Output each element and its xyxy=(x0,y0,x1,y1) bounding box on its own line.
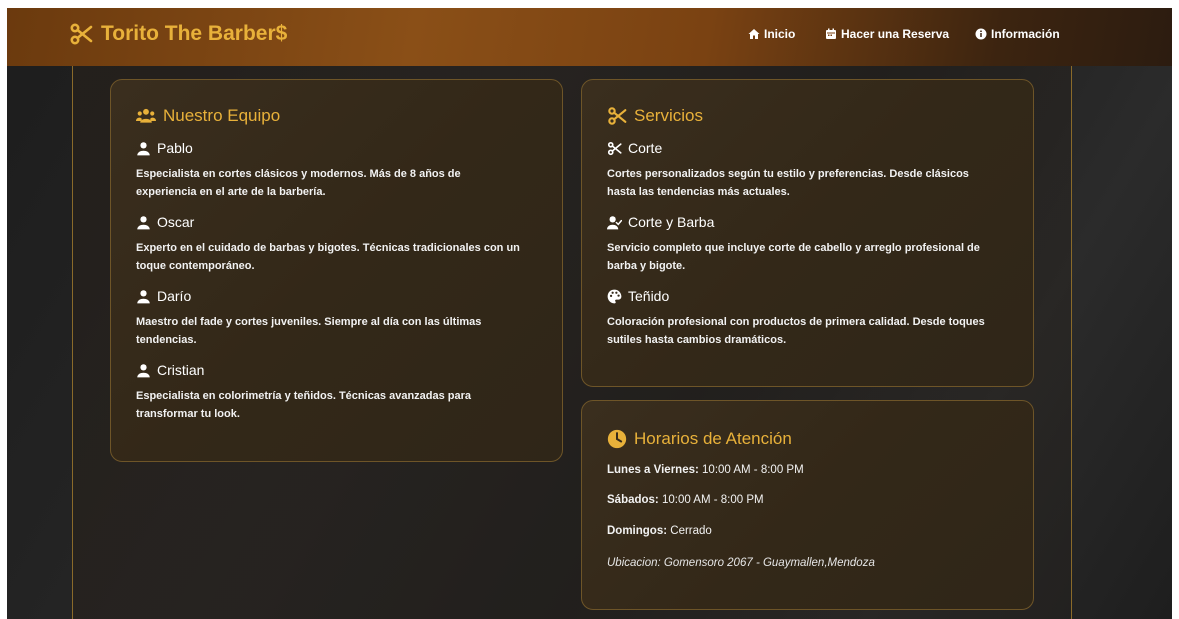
member-desc: Experto en el cuidado de barbas y bigote… xyxy=(136,239,520,275)
scissors-icon xyxy=(607,141,622,155)
nav-inicio[interactable]: Inicio xyxy=(748,27,795,41)
member-desc-line: Experto en el cuidado de barbas y bigote… xyxy=(136,242,520,254)
nav-hacer-reserva[interactable]: Hacer una Reserva xyxy=(825,27,949,41)
hours-card: Horarios de Atención Lunes a Viernes: 10… xyxy=(581,400,1034,610)
team-title: Nuestro Equipo xyxy=(136,106,280,126)
member-dario: Darío xyxy=(136,288,191,304)
service-corte: Corte xyxy=(607,140,662,156)
member-name: Cristian xyxy=(157,362,205,378)
service-corte-barba: Corte y Barba xyxy=(607,214,714,230)
services-card: Servicios Corte Cortes personalizados se… xyxy=(581,79,1034,387)
info-icon xyxy=(975,28,987,40)
nav-label: Hacer una Reserva xyxy=(841,27,950,41)
member-name: Oscar xyxy=(157,214,195,230)
service-name: Teñido xyxy=(628,288,670,304)
scissors-icon xyxy=(70,23,93,45)
services-title-text: Servicios xyxy=(634,106,703,125)
users-icon xyxy=(136,108,156,123)
member-desc-line: Especialista en cortes clásicos y modern… xyxy=(136,168,461,180)
service-desc: Servicio completo que incluye corte de c… xyxy=(607,239,980,275)
service-desc-line: barba y bigote. xyxy=(607,260,686,272)
service-desc-line: hasta las tendencias más actuales. xyxy=(607,186,790,198)
palette-icon xyxy=(607,289,622,303)
location-text: Ubicacion: Gomensoro 2067 - Guaymallen,M… xyxy=(607,557,875,569)
member-desc-line: tendencias. xyxy=(136,334,197,346)
nav-label: Inicio xyxy=(764,27,796,41)
user-icon xyxy=(137,215,150,229)
member-pablo: Pablo xyxy=(136,140,193,156)
top-navbar: Torito The Barber$ Inicio Hacer una Rese… xyxy=(7,8,1172,66)
member-desc-line: experiencia en el arte de la barbería. xyxy=(136,186,326,198)
scissors-icon xyxy=(608,107,627,125)
service-tenido: Teñido xyxy=(607,288,669,304)
brand-logo[interactable]: Torito The Barber$ xyxy=(69,22,287,46)
service-name: Corte xyxy=(628,140,663,156)
member-oscar: Oscar xyxy=(136,214,194,230)
service-desc-line: Coloración profesional con productos de … xyxy=(607,316,985,328)
user-icon xyxy=(137,141,150,155)
calendar-icon xyxy=(826,28,836,39)
nav-label: Información xyxy=(991,27,1060,41)
user-icon xyxy=(137,363,150,377)
brand-name: Torito The Barber$ xyxy=(101,22,288,45)
page-frame: Torito The Barber$ Inicio Hacer una Rese… xyxy=(7,8,1172,619)
services-title: Servicios xyxy=(607,106,703,126)
member-name: Darío xyxy=(157,288,192,304)
service-desc-line: Servicio completo que incluye corte de c… xyxy=(607,242,980,254)
hours-title-text: Horarios de Atención xyxy=(634,429,792,448)
nav-informacion[interactable]: Información xyxy=(975,27,1060,41)
service-name: Corte y Barba xyxy=(628,214,715,230)
hours-value: Cerrado xyxy=(667,525,712,537)
member-desc-line: transformar tu look. xyxy=(136,408,240,420)
hours-weekdays: Lunes a Viernes: 10:00 AM - 8:00 PM xyxy=(607,464,804,476)
service-desc: Cortes personalizados según tu estilo y … xyxy=(607,165,969,201)
clock-icon xyxy=(607,429,627,449)
member-desc: Especialista en colorimetría y teñidos. … xyxy=(136,387,471,423)
member-desc: Especialista en cortes clásicos y modern… xyxy=(136,165,461,201)
hours-value: 10:00 AM - 8:00 PM xyxy=(658,494,764,506)
hours-label: Domingos: xyxy=(607,525,668,537)
user-check-icon xyxy=(607,215,622,229)
service-desc-line: Cortes personalizados según tu estilo y … xyxy=(607,168,969,180)
hours-title: Horarios de Atención xyxy=(607,429,792,449)
member-desc: Maestro del fade y cortes juveniles. Sie… xyxy=(136,313,481,349)
member-desc-line: toque contemporáneo. xyxy=(136,260,255,272)
home-icon xyxy=(748,29,760,39)
team-card: Nuestro Equipo Pablo Especialista en cor… xyxy=(110,79,563,462)
hours-value: 10:00 AM - 8:00 PM xyxy=(698,464,804,476)
user-icon xyxy=(137,289,150,303)
member-desc-line: Especialista en colorimetría y teñidos. … xyxy=(136,390,472,402)
member-desc-line: Maestro del fade y cortes juveniles. Sie… xyxy=(136,316,482,328)
member-name: Pablo xyxy=(157,140,193,156)
hours-label: Lunes a Viernes: xyxy=(607,464,699,476)
service-desc-line: sutiles hasta cambios dramáticos. xyxy=(607,334,787,346)
hours-sunday: Domingos: Cerrado xyxy=(607,525,712,537)
service-desc: Coloración profesional con productos de … xyxy=(607,313,985,349)
hours-saturday: Sábados: 10:00 AM - 8:00 PM xyxy=(607,494,764,506)
member-cristian: Cristian xyxy=(136,362,204,378)
team-title-text: Nuestro Equipo xyxy=(163,106,281,125)
hours-label: Sábados: xyxy=(607,494,659,506)
